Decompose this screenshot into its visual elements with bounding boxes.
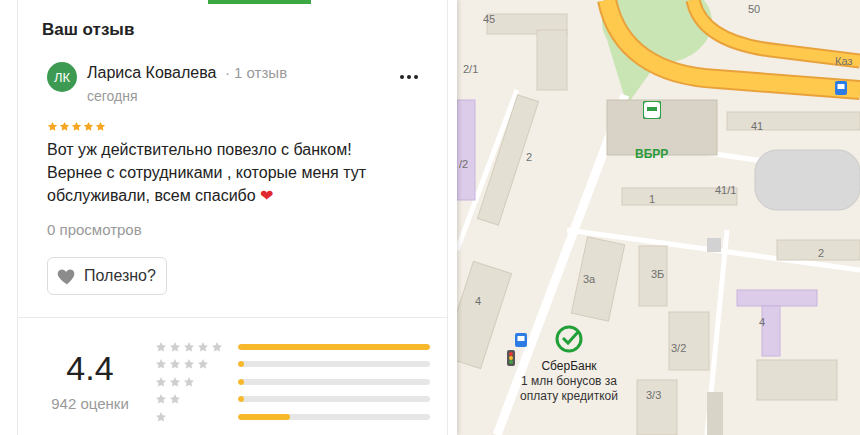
rating-summary: 4.4 942 оценки [18,318,447,426]
star-icon [211,341,223,353]
map-label: 3Б [651,268,664,281]
panel-title: Ваш отзыв [18,0,447,42]
map-label: 4 [759,316,765,329]
left-panel: Ваш отзыв ЛК Лариса Ковалева · 1 отзыв с… [0,0,457,435]
views-count: 0 просмотров [47,220,423,240]
review-text: Вот уж действительно повезло с банком!Ве… [47,138,423,207]
map-label: 2/1 [463,63,478,76]
star-icon [183,358,195,370]
poi-promo: 1 млн бонусов за [521,374,617,389]
star-icon [155,341,167,353]
bank-icon [643,101,661,119]
star-icon [169,376,181,388]
tab-indicator[interactable] [208,0,311,4]
map-label: 50 [748,3,760,16]
distribution-bar [238,396,430,402]
distribution-row[interactable] [155,373,430,391]
distribution-row[interactable] [155,338,430,356]
distribution-bar [238,361,430,367]
divider [18,317,447,318]
useful-button[interactable]: Полезно? [47,257,167,295]
map-canvas[interactable] [457,0,860,435]
star-icon [197,358,209,370]
star-icon [183,376,195,388]
map[interactable]: 45 50 2/1/2 2 41 41/1 1 2 3а 3Б 4 4 3/2 3/3 Каз ВБРР С… [457,0,860,435]
review-header: ЛК Лариса Ковалева · 1 отзыв сегодня [47,62,423,106]
map-label: 4 [475,295,481,308]
map-label: 45 [483,13,495,26]
star-icon [169,393,181,405]
rating-distribution [155,338,430,426]
map-label: 41 [751,120,763,133]
avatar[interactable]: ЛК [47,62,77,92]
bus-stop-icon[interactable] [835,81,847,95]
star-icon [59,121,70,132]
author-info: Лариса Ковалева · 1 отзыв сегодня [87,62,399,106]
heart-emoji: ❤ [260,186,273,205]
distribution-row[interactable] [155,408,430,426]
review-date: сегодня [87,86,399,106]
poi-promo: оплату кредиткой [520,389,618,404]
more-icon[interactable] [399,74,419,80]
star-icon [183,341,195,353]
distribution-row[interactable] [155,356,430,374]
star-icon [155,393,167,405]
poi-vbrr[interactable]: ВБРР [635,101,668,161]
map-label: Каз [835,55,852,68]
star-icon [83,121,94,132]
heart-icon [56,265,78,287]
distribution-bar [238,379,430,385]
map-label: 41/1 [715,184,736,197]
star-icon [47,121,58,132]
bus-stop-icon[interactable] [515,333,527,347]
distribution-bar [238,344,430,350]
map-label: /2 [459,158,468,171]
poi-sberbank[interactable]: СберБанк 1 млн бонусов заоплату кредитко… [509,325,629,404]
distribution-bar [238,414,430,420]
map-label: 2 [818,247,824,260]
sberbank-logo-icon [555,325,583,353]
map-label: 2 [526,151,532,164]
star-icon [169,358,181,370]
review-card: Ваш отзыв ЛК Лариса Ковалева · 1 отзыв с… [17,0,448,435]
distribution-row[interactable] [155,391,430,409]
star-icon [155,358,167,370]
map-label: 1 [649,193,655,206]
map-label: 3/3 [646,389,661,402]
review: ЛК Лариса Ковалева · 1 отзыв сегодня Вот… [18,42,447,295]
star-icon [71,121,82,132]
map-label: 3/2 [671,342,686,355]
star-icon [155,376,167,388]
review-stars [47,121,423,132]
author-name[interactable]: Лариса Ковалева [87,64,216,81]
map-label: 3а [583,273,595,286]
star-icon [95,121,106,132]
author-reviews: · 1 отзыв [225,64,287,81]
star-icon [169,341,181,353]
rating-value: 4.4 [42,348,138,388]
rating-count: 942 оценки [42,394,138,414]
star-icon [197,341,209,353]
traffic-light-icon [507,350,515,366]
star-icon [155,411,167,423]
app: Ваш отзыв ЛК Лариса Ковалева · 1 отзыв с… [0,0,860,435]
